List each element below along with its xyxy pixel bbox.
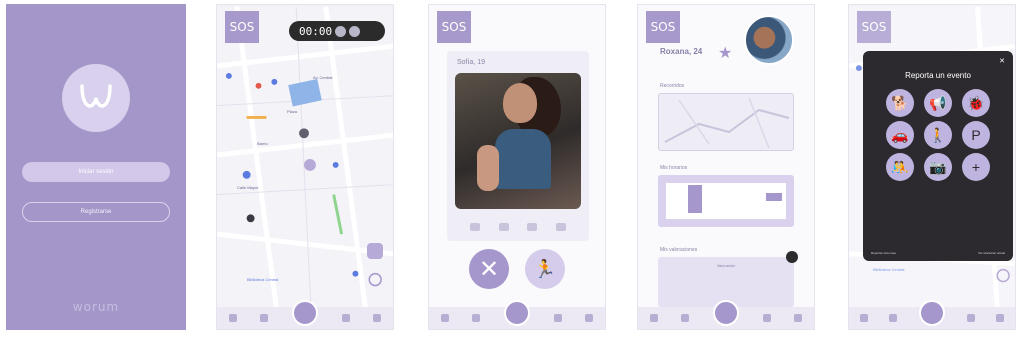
calendar-grid [666, 183, 786, 219]
chat-icon[interactable] [996, 314, 1005, 322]
event-option[interactable]: 🚶 [919, 121, 957, 149]
home-nav-button[interactable] [713, 300, 739, 326]
walk-icon[interactable] [440, 314, 449, 322]
map-label: Biblioteca Central [247, 277, 279, 282]
walk-icon[interactable] [859, 314, 868, 322]
app-logo [62, 64, 130, 132]
dog-icon: 🐕 [886, 89, 914, 117]
event-option[interactable]: 🐕 [881, 89, 919, 117]
event-option[interactable]: 🤼 [881, 153, 919, 181]
event-option[interactable]: 🐞 [957, 89, 995, 117]
modal-footer: Reportar otra cosa Ver ubicación actual [871, 251, 1005, 255]
plus-icon: + [962, 153, 990, 181]
map-view[interactable] [217, 5, 393, 309]
runner-icon: 🏃 [533, 258, 557, 279]
report-modal: ✕ Reporta un evento 🐕 📢 🐞 🚗 🚶 P 🤼 📷 + Re… [863, 51, 1013, 261]
bug-icon: 🐞 [962, 89, 990, 117]
card-actions [447, 223, 589, 231]
home-nav-button[interactable] [504, 300, 530, 326]
star-icon[interactable]: ★ [718, 43, 732, 63]
ratings-label: Mis valoraciones [660, 247, 698, 253]
map-label: Barrio [257, 141, 268, 146]
photo-detail [503, 83, 537, 123]
profile-icon[interactable] [966, 314, 975, 322]
history-icon[interactable] [260, 314, 269, 322]
fight-icon: 🤼 [886, 153, 914, 181]
route-map-lines [664, 97, 790, 149]
report-screen: Biblioteca Central SOS ✕ Reporta un even… [848, 4, 1016, 330]
route-icon[interactable] [498, 223, 509, 231]
welcome-screen: Iniciar sesión Registrarse worum [6, 4, 186, 330]
modal-title: Reporta un evento [905, 71, 971, 80]
schedule-block [688, 185, 702, 213]
sos-button[interactable]: SOS [437, 11, 471, 43]
timer: 00:00 [289, 21, 385, 41]
event-option[interactable]: + [957, 153, 995, 181]
profile-name: Roxana, 24 [660, 47, 703, 56]
report-other-link[interactable]: Reportar otra cosa [871, 251, 896, 255]
map-label: Plaza [287, 109, 298, 114]
event-option[interactable]: 📢 [919, 89, 957, 117]
chat-icon[interactable] [585, 314, 594, 322]
person-icon: 🚶 [924, 121, 952, 149]
sos-button[interactable]: SOS [646, 11, 680, 43]
register-button[interactable]: Registrarse [22, 202, 170, 222]
schedule-calendar[interactable] [658, 175, 794, 227]
megaphone-icon: 📢 [924, 89, 952, 117]
photo-detail [495, 129, 551, 189]
chat-icon[interactable] [794, 314, 803, 322]
profile-detail-screen: SOS Roxana, 24 ★ Recorridos Mis horarios… [637, 4, 815, 330]
history-icon[interactable] [889, 314, 898, 322]
table-header: Valoración [716, 263, 736, 268]
home-nav-button[interactable] [919, 300, 945, 326]
history-icon[interactable] [472, 314, 481, 322]
event-grid: 🐕 📢 🐞 🚗 🚶 P 🤼 📷 + [881, 89, 995, 181]
home-nav-button[interactable] [292, 300, 318, 326]
parking-icon: P [962, 121, 990, 149]
login-button[interactable]: Iniciar sesión [22, 162, 170, 182]
close-icon: ✕ [478, 255, 500, 283]
map-screen: Barrio Calle Mayor Av. Central Plaza Bib… [216, 4, 394, 330]
sos-button[interactable]: SOS [225, 11, 259, 43]
profile-icon[interactable] [762, 314, 771, 322]
camera-icon: 📷 [924, 153, 952, 181]
history-icon[interactable] [681, 314, 690, 322]
map-label: Av. Central [313, 75, 333, 80]
schedule-icon[interactable] [527, 223, 538, 231]
map-label: Calle Mayor [237, 185, 259, 190]
stop-icon[interactable] [349, 25, 361, 37]
layers-button[interactable] [367, 243, 383, 259]
pause-icon[interactable] [335, 25, 347, 37]
walk-icon[interactable] [228, 314, 237, 322]
current-location-link[interactable]: Ver ubicación actual [978, 251, 1005, 255]
profile-photo [455, 73, 581, 209]
timer-value: 00:00 [299, 24, 333, 38]
route-map[interactable] [658, 93, 794, 151]
walk-icon[interactable] [649, 314, 658, 322]
event-option[interactable]: 🚗 [881, 121, 919, 149]
chat-icon[interactable] [373, 314, 382, 322]
reject-button[interactable]: ✕ [469, 249, 509, 289]
profile-name: Sofía, 19 [457, 59, 486, 66]
logo-w-icon [80, 84, 112, 108]
avatar [744, 15, 794, 65]
profile-icon[interactable] [341, 314, 350, 322]
info-icon[interactable] [470, 223, 481, 231]
badge-icon [786, 251, 798, 263]
match-screen: SOS Sofía, 19 ✕ 🏃 [428, 4, 606, 330]
event-option[interactable]: P [957, 121, 995, 149]
profile-icon[interactable] [553, 314, 562, 322]
event-option[interactable]: 📷 [919, 153, 957, 181]
photo-detail [477, 145, 499, 191]
accept-button[interactable]: 🏃 [525, 249, 565, 289]
language-icon[interactable] [555, 223, 566, 231]
close-icon[interactable]: ✕ [999, 57, 1005, 65]
schedule-block [766, 193, 782, 201]
brand-wordmark: worum [72, 300, 120, 314]
profile-card[interactable]: Sofía, 19 [447, 51, 589, 241]
schedule-label: Mis horarios [660, 165, 688, 171]
car-icon: 🚗 [886, 121, 914, 149]
routes-label: Recorridos [660, 83, 685, 89]
